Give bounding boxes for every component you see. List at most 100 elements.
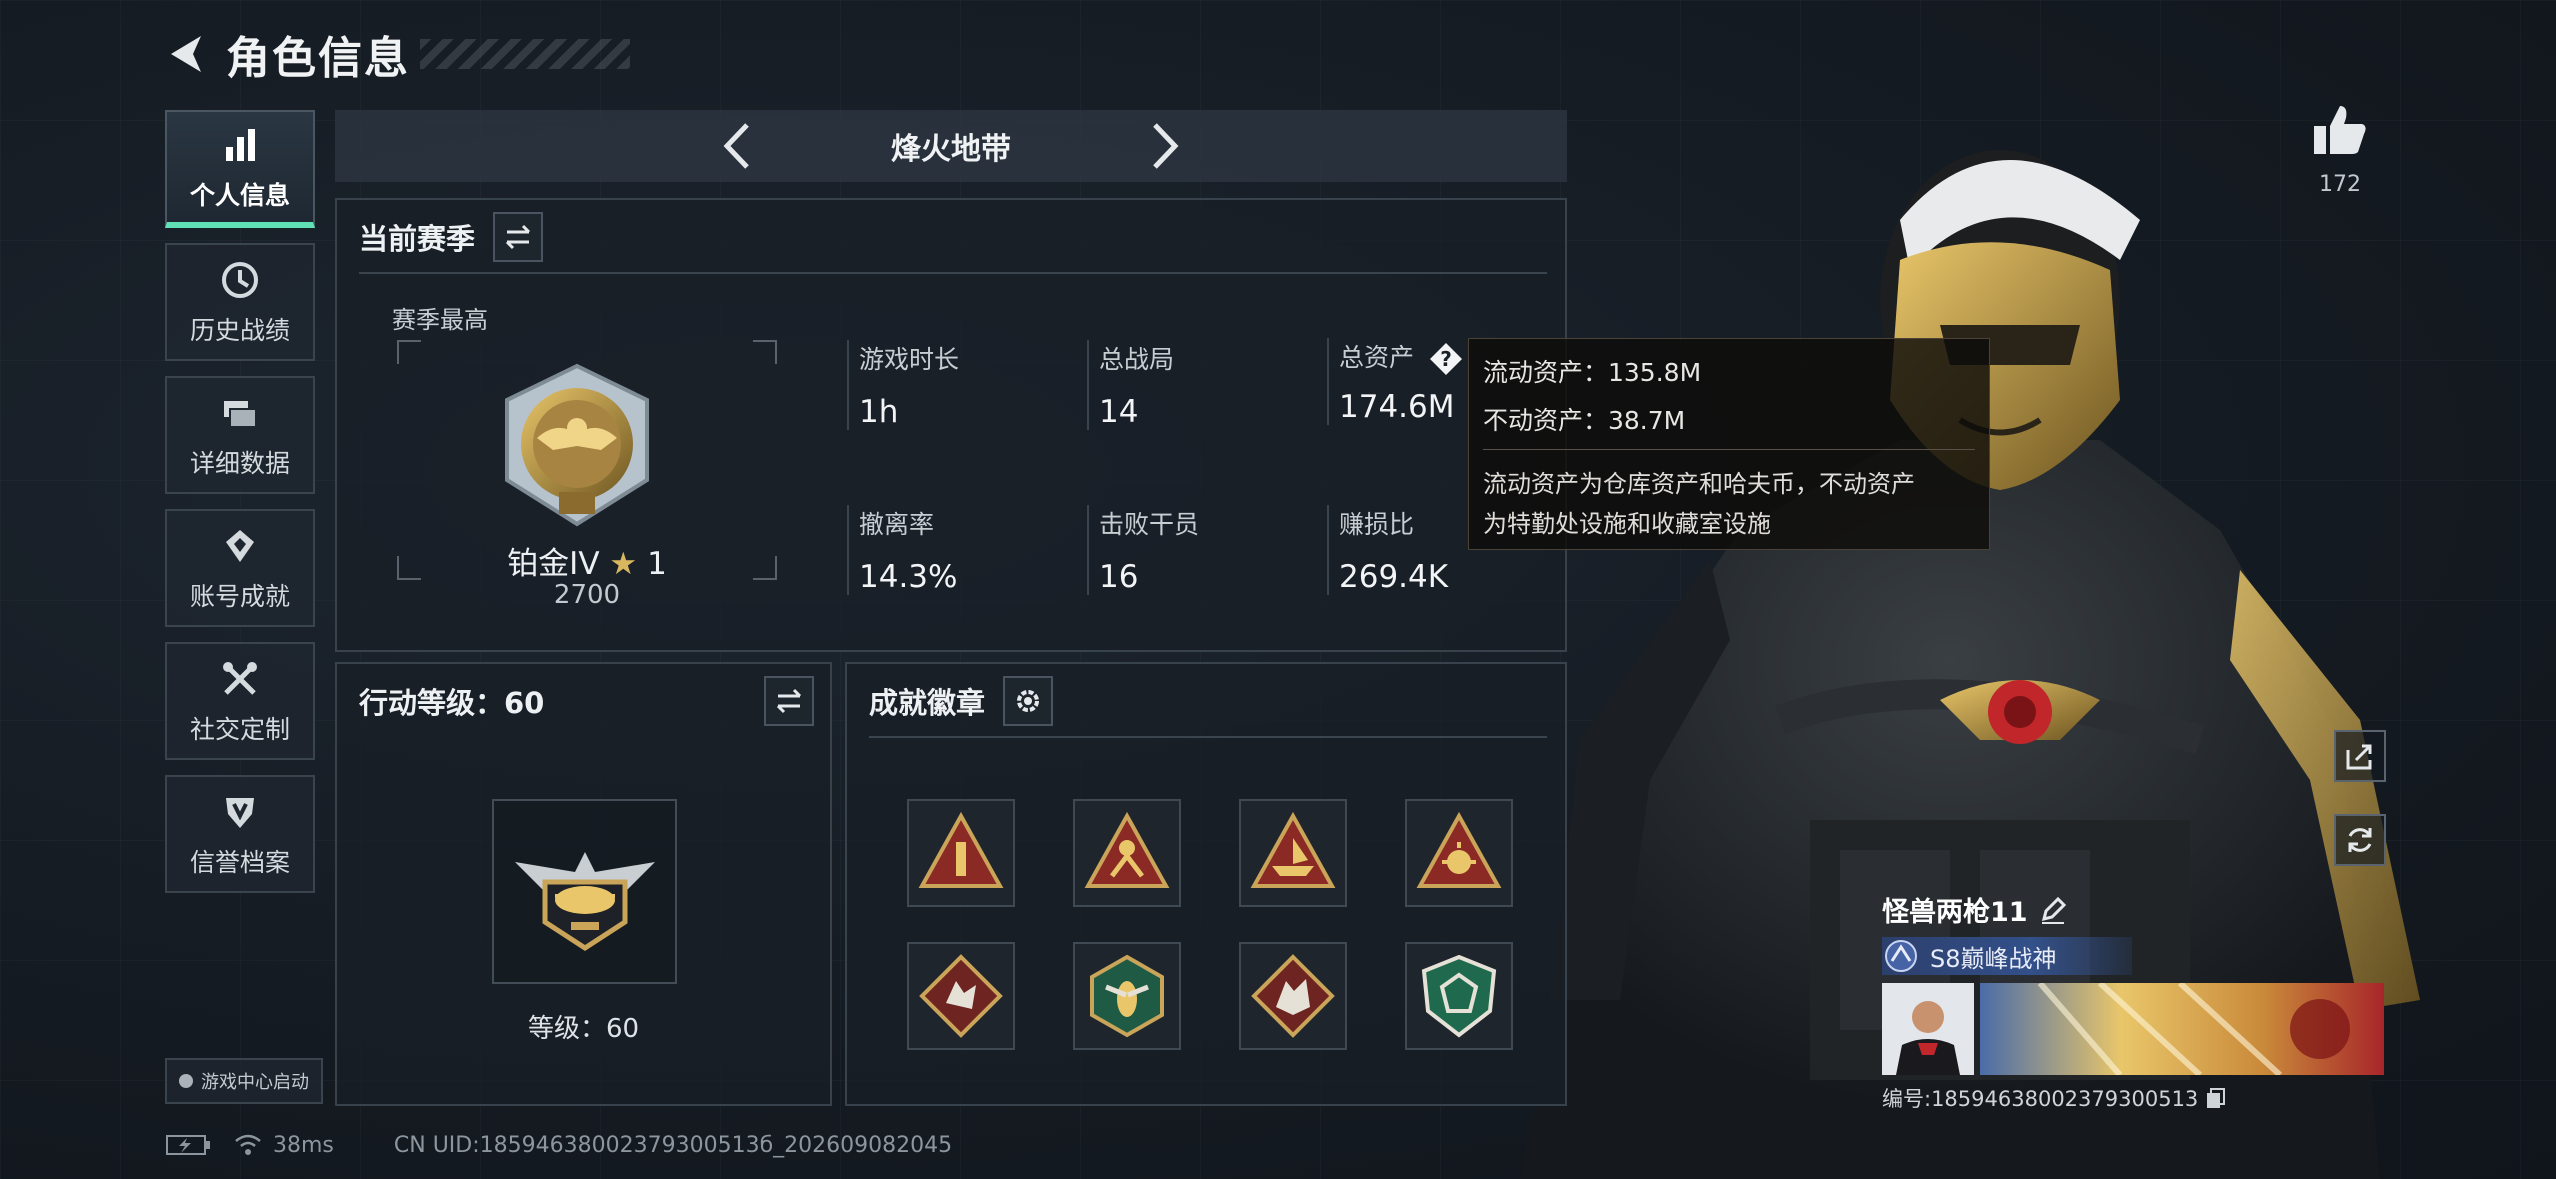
player-banner[interactable] bbox=[1980, 983, 2384, 1075]
current-season-panel: 当前赛季 赛季最高 铂金IV ★ 1 2700 游戏时长 1h 总战局 14 总… bbox=[335, 198, 1567, 652]
nav-label: 历史战绩 bbox=[189, 316, 290, 345]
nav-label: 详细数据 bbox=[189, 449, 290, 478]
divider bbox=[869, 736, 1547, 738]
ping-value: 38ms bbox=[273, 1132, 334, 1158]
dragon-badge-icon[interactable] bbox=[1239, 942, 1347, 1050]
avatar[interactable] bbox=[1882, 983, 1974, 1075]
header: 角色信息 bbox=[160, 22, 630, 86]
nav-item-history[interactable]: 历史战绩 bbox=[165, 243, 315, 361]
refresh-button[interactable] bbox=[2334, 814, 2386, 866]
nav-label: 信誉档案 bbox=[189, 848, 290, 877]
thumbs-up-icon bbox=[2314, 106, 2366, 154]
stat-value: 269.4K bbox=[1339, 559, 1449, 595]
wasp-badge-icon[interactable] bbox=[1073, 942, 1181, 1050]
rank-score: 2700 bbox=[553, 580, 621, 610]
battery-indicator bbox=[165, 1133, 211, 1157]
wifi-icon bbox=[235, 1134, 261, 1155]
season-best-label: 赛季最高 bbox=[392, 306, 488, 334]
copy-icon[interactable] bbox=[2204, 1086, 2228, 1110]
bar-chart-icon bbox=[217, 122, 263, 168]
stat-value: 14.3% bbox=[859, 559, 958, 595]
shield-badge-icon[interactable] bbox=[1405, 942, 1513, 1050]
card-row bbox=[1882, 983, 2392, 1075]
network-indicator: 38ms bbox=[233, 1132, 334, 1158]
rank-name-row: 铂金IV ★ 1 bbox=[397, 538, 777, 583]
reputation-icon bbox=[217, 789, 263, 835]
stat-label: 总资产 bbox=[1339, 343, 1415, 372]
stat-value: 14 bbox=[1099, 394, 1139, 430]
badge-settings-button[interactable] bbox=[1003, 676, 1054, 726]
description-line: 为特勤处设施和收藏室设施 bbox=[1483, 510, 1771, 538]
stat-label: 击败干员 bbox=[1099, 510, 1200, 539]
title-decoration bbox=[420, 39, 630, 69]
prev-mode-button[interactable] bbox=[706, 116, 766, 176]
like-widget[interactable]: 172 bbox=[2305, 100, 2375, 197]
player-name-row: 怪兽两枪11 bbox=[1882, 890, 2392, 929]
page-title: 角色信息 bbox=[226, 33, 410, 84]
achievement-badges-panel: 成就徽章 bbox=[845, 662, 1567, 1106]
stat-label: 游戏时长 bbox=[859, 345, 960, 374]
back-button[interactable] bbox=[160, 29, 210, 79]
climber-badge-icon[interactable] bbox=[1073, 799, 1181, 907]
tower-badge-icon[interactable] bbox=[907, 799, 1015, 907]
game-center-icon bbox=[179, 1074, 193, 1088]
side-navigation: 个人信息 历史战绩 详细数据 账号成就 社交定制 信誉档案 bbox=[165, 110, 315, 908]
level-switch-button[interactable] bbox=[764, 676, 814, 726]
like-count: 172 bbox=[2319, 172, 2361, 197]
rank-display: 铂金IV ★ 1 2700 bbox=[397, 340, 777, 610]
nav-label: 社交定制 bbox=[189, 715, 290, 744]
game-center-launch-button[interactable]: 游戏中心启动 bbox=[165, 1058, 323, 1104]
player-card: 怪兽两枪11 S8巅峰战神 编号:18594638002379300513 bbox=[1882, 890, 2392, 1113]
mode-selector: 烽火地带 bbox=[335, 110, 1567, 182]
status-bar: 38ms CN UID:18594638002379300513б_202609… bbox=[165, 1128, 952, 1162]
season-switch-button[interactable] bbox=[493, 212, 544, 262]
star-icon: ★ bbox=[609, 546, 638, 582]
fixed-assets: 不动资产：38.7M bbox=[1483, 406, 1686, 435]
peak-title-icon bbox=[1885, 940, 1917, 972]
stat-total-matches: 总战局 14 bbox=[1087, 340, 1317, 430]
next-mode-button[interactable] bbox=[1136, 116, 1196, 176]
stat-operators-defeated: 击败干员 16 bbox=[1087, 505, 1317, 595]
achievement-icon bbox=[217, 523, 263, 569]
help-icon[interactable]: ? bbox=[1428, 341, 1464, 377]
stat-label: 总战局 bbox=[1099, 345, 1175, 374]
swap-icon bbox=[776, 688, 802, 714]
player-id: 编号:18594638002379300513 bbox=[1882, 1087, 2199, 1111]
player-name: 怪兽两枪11 bbox=[1882, 897, 2028, 928]
tools-icon bbox=[217, 656, 263, 702]
assets-tooltip: 流动资产：135.8M 不动资产：38.7M 流动资产为仓库资产和哈夫币，不动资… bbox=[1468, 338, 1990, 550]
chevron-left-icon bbox=[723, 123, 749, 169]
nav-item-reputation[interactable]: 信誉档案 bbox=[165, 775, 315, 893]
refresh-icon bbox=[2348, 828, 2372, 852]
frame-corner bbox=[397, 340, 421, 364]
wolf-badge-icon[interactable] bbox=[907, 942, 1015, 1050]
nav-item-personal-info[interactable]: 个人信息 bbox=[165, 110, 315, 228]
description-line: 流动资产为仓库资产和哈夫币，不动资产 bbox=[1483, 470, 1915, 498]
svg-text:?: ? bbox=[1440, 347, 1452, 371]
platinum-rank-emblem-icon bbox=[505, 363, 649, 527]
edit-pencil-icon[interactable] bbox=[2038, 895, 2068, 925]
level-value: 等级：60 bbox=[527, 1014, 640, 1044]
launch-label: 游戏中心启动 bbox=[201, 1072, 309, 1093]
nav-item-social[interactable]: 社交定制 bbox=[165, 642, 315, 760]
swap-icon bbox=[505, 224, 531, 250]
player-title: S8巅峰战神 bbox=[1930, 944, 2057, 973]
assets-description: 流动资产为仓库资产和哈夫币，不动资产 为特勤处设施和收藏室设施 bbox=[1483, 464, 1975, 544]
share-icon bbox=[2346, 744, 2372, 770]
rank-stars: 1 bbox=[647, 546, 667, 582]
nav-item-achievements[interactable]: 账号成就 bbox=[165, 509, 315, 627]
boat-badge-icon[interactable] bbox=[1239, 799, 1347, 907]
helicopter-level-emblem-icon bbox=[514, 851, 655, 951]
mode-name: 烽火地带 bbox=[891, 132, 1011, 167]
sun-badge-icon[interactable] bbox=[1405, 799, 1513, 907]
divider bbox=[1483, 449, 1975, 450]
battery-icon bbox=[166, 1135, 210, 1155]
stat-play-time: 游戏时长 1h bbox=[847, 340, 1077, 430]
level-title: 行动等级：60 bbox=[359, 686, 545, 720]
nav-item-detailed-data[interactable]: 详细数据 bbox=[165, 376, 315, 494]
data-layers-icon bbox=[217, 390, 263, 436]
nav-label: 账号成就 bbox=[189, 582, 290, 611]
stat-extraction-rate: 撤离率 14.3% bbox=[847, 505, 1077, 595]
share-button[interactable] bbox=[2334, 730, 2386, 782]
liquid-assets: 流动资产：135.8M bbox=[1483, 358, 1702, 387]
